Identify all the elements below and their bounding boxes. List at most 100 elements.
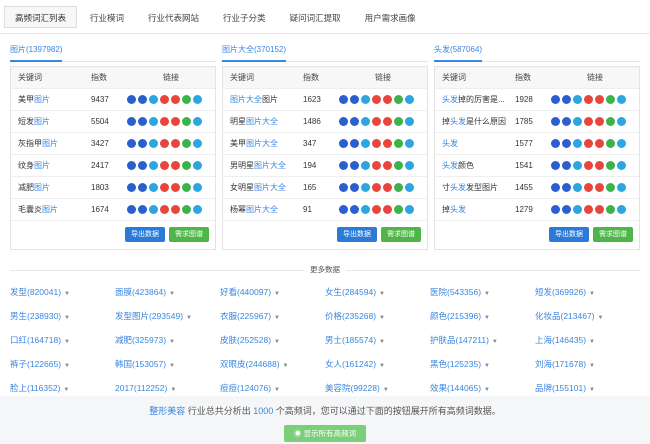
baidu-icon[interactable] bbox=[551, 161, 560, 170]
tab-4[interactable]: 疑问词汇提取 bbox=[279, 6, 352, 28]
wechat-icon[interactable] bbox=[606, 139, 615, 148]
baidu-mobile-icon[interactable] bbox=[138, 183, 147, 192]
more-data-label[interactable]: 化妆品(213467) bbox=[535, 311, 595, 321]
demand-graph-button[interactable]: 需求图谱 bbox=[169, 227, 209, 242]
baidu-icon[interactable] bbox=[127, 117, 136, 126]
baidu-icon[interactable] bbox=[551, 183, 560, 192]
weibo-icon[interactable] bbox=[171, 161, 180, 170]
export-button[interactable]: 导出数据 bbox=[125, 227, 165, 242]
more-data-item[interactable]: 化妆品(213467) ▼ bbox=[535, 304, 640, 328]
wechat-icon[interactable] bbox=[606, 183, 615, 192]
weibo-icon[interactable] bbox=[595, 117, 604, 126]
keyword-cell[interactable]: 毛囊炎图片 bbox=[11, 204, 91, 215]
chevron-down-icon[interactable]: ▼ bbox=[492, 339, 498, 345]
chevron-down-icon[interactable]: ▼ bbox=[379, 291, 385, 297]
360-icon[interactable] bbox=[573, 95, 582, 104]
keyword-hl[interactable]: 图片 bbox=[42, 205, 58, 214]
more-data-label[interactable]: 价格(235268) bbox=[325, 311, 376, 321]
more-data-label[interactable]: 2017(112252) bbox=[115, 383, 167, 393]
keyword-cell[interactable]: 图片大全图片 bbox=[223, 94, 303, 105]
keyword-cell[interactable]: 男明星图片大全 bbox=[223, 160, 303, 171]
chevron-down-icon[interactable]: ▼ bbox=[589, 291, 595, 297]
more-data-label[interactable]: 男士(185574) bbox=[325, 335, 376, 345]
tab-1[interactable]: 行业模词 bbox=[79, 6, 135, 28]
keyword-hl[interactable]: 图片 bbox=[34, 161, 50, 170]
more-data-item[interactable]: 减肥(325973) ▼ bbox=[115, 328, 220, 352]
chevron-down-icon[interactable]: ▼ bbox=[379, 363, 385, 369]
zhihu-icon[interactable] bbox=[405, 117, 414, 126]
wechat-icon[interactable] bbox=[394, 95, 403, 104]
wechat-icon[interactable] bbox=[394, 139, 403, 148]
wechat-icon[interactable] bbox=[182, 95, 191, 104]
sogou-icon[interactable] bbox=[584, 139, 593, 148]
chevron-down-icon[interactable]: ▼ bbox=[64, 339, 70, 345]
more-data-item[interactable]: 男士(185574) ▼ bbox=[325, 328, 430, 352]
360-icon[interactable] bbox=[361, 95, 370, 104]
360-icon[interactable] bbox=[149, 183, 158, 192]
more-data-item[interactable]: 韩国(153057) ▼ bbox=[115, 352, 220, 376]
more-data-label[interactable]: 面膜(423864) bbox=[115, 287, 166, 297]
more-data-item[interactable]: 发型(820041) ▼ bbox=[10, 280, 115, 304]
baidu-mobile-icon[interactable] bbox=[350, 117, 359, 126]
keyword-cell[interactable]: 灰指甲图片 bbox=[11, 138, 91, 149]
sogou-icon[interactable] bbox=[372, 95, 381, 104]
wechat-icon[interactable] bbox=[606, 117, 615, 126]
sogou-icon[interactable] bbox=[584, 117, 593, 126]
keyword-cell[interactable]: 寸头发发型图片 bbox=[435, 182, 515, 193]
baidu-mobile-icon[interactable] bbox=[350, 139, 359, 148]
keyword-hl[interactable]: 图片大全 bbox=[254, 161, 286, 170]
more-data-label[interactable]: 女人(161242) bbox=[325, 359, 376, 369]
baidu-icon[interactable] bbox=[127, 139, 136, 148]
keyword-hl[interactable]: 头发 bbox=[442, 139, 458, 148]
zhihu-icon[interactable] bbox=[193, 183, 202, 192]
more-data-label[interactable]: 痘痘(124076) bbox=[220, 383, 271, 393]
weibo-icon[interactable] bbox=[171, 95, 180, 104]
demand-graph-button[interactable]: 需求图谱 bbox=[381, 227, 421, 242]
more-data-label[interactable]: 品牌(155101) bbox=[535, 383, 586, 393]
wechat-icon[interactable] bbox=[182, 161, 191, 170]
more-data-label[interactable]: 裤子(122665) bbox=[10, 359, 61, 369]
360-icon[interactable] bbox=[361, 161, 370, 170]
baidu-mobile-icon[interactable] bbox=[562, 95, 571, 104]
keyword-cell[interactable]: 掉头发是什么原因 bbox=[435, 116, 515, 127]
keyword-cell[interactable]: 减肥图片 bbox=[11, 182, 91, 193]
more-data-item[interactable]: 女生(284594) ▼ bbox=[325, 280, 430, 304]
sogou-icon[interactable] bbox=[372, 205, 381, 214]
tab-5[interactable]: 用户需求画像 bbox=[354, 6, 427, 28]
chevron-down-icon[interactable]: ▼ bbox=[379, 339, 385, 345]
sogou-icon[interactable] bbox=[160, 205, 169, 214]
sogou-icon[interactable] bbox=[584, 205, 593, 214]
more-data-item[interactable]: 颜色(215396) ▼ bbox=[430, 304, 535, 328]
chevron-down-icon[interactable]: ▼ bbox=[274, 291, 280, 297]
chevron-down-icon[interactable]: ▼ bbox=[484, 387, 490, 393]
more-data-label[interactable]: 脸上(116352) bbox=[10, 383, 60, 393]
chevron-down-icon[interactable]: ▼ bbox=[63, 387, 69, 393]
wechat-icon[interactable] bbox=[606, 95, 615, 104]
more-data-label[interactable]: 口红(164718) bbox=[10, 335, 61, 345]
baidu-icon[interactable] bbox=[127, 205, 136, 214]
more-data-item[interactable]: 发型图片(293549) ▼ bbox=[115, 304, 220, 328]
panel-title-text[interactable]: 图片(1397982) bbox=[10, 42, 63, 62]
more-data-item[interactable]: 双眼皮(244688) ▼ bbox=[220, 352, 325, 376]
360-icon[interactable] bbox=[573, 205, 582, 214]
360-icon[interactable] bbox=[149, 161, 158, 170]
sogou-icon[interactable] bbox=[160, 161, 169, 170]
sogou-icon[interactable] bbox=[584, 161, 593, 170]
more-data-label[interactable]: 好看(440097) bbox=[220, 287, 271, 297]
weibo-icon[interactable] bbox=[171, 139, 180, 148]
baidu-mobile-icon[interactable] bbox=[138, 139, 147, 148]
baidu-icon[interactable] bbox=[551, 117, 560, 126]
wechat-icon[interactable] bbox=[606, 205, 615, 214]
weibo-icon[interactable] bbox=[595, 139, 604, 148]
more-data-label[interactable]: 男生(238930) bbox=[10, 311, 61, 321]
zhihu-icon[interactable] bbox=[617, 117, 626, 126]
more-data-label[interactable]: 发型图片(293549) bbox=[115, 311, 183, 321]
weibo-icon[interactable] bbox=[383, 205, 392, 214]
keyword-hl[interactable]: 图片大全 bbox=[246, 117, 278, 126]
baidu-mobile-icon[interactable] bbox=[562, 205, 571, 214]
baidu-mobile-icon[interactable] bbox=[138, 95, 147, 104]
baidu-mobile-icon[interactable] bbox=[562, 139, 571, 148]
keyword-cell[interactable]: 明星图片大全 bbox=[223, 116, 303, 127]
baidu-icon[interactable] bbox=[127, 161, 136, 170]
sogou-icon[interactable] bbox=[160, 117, 169, 126]
